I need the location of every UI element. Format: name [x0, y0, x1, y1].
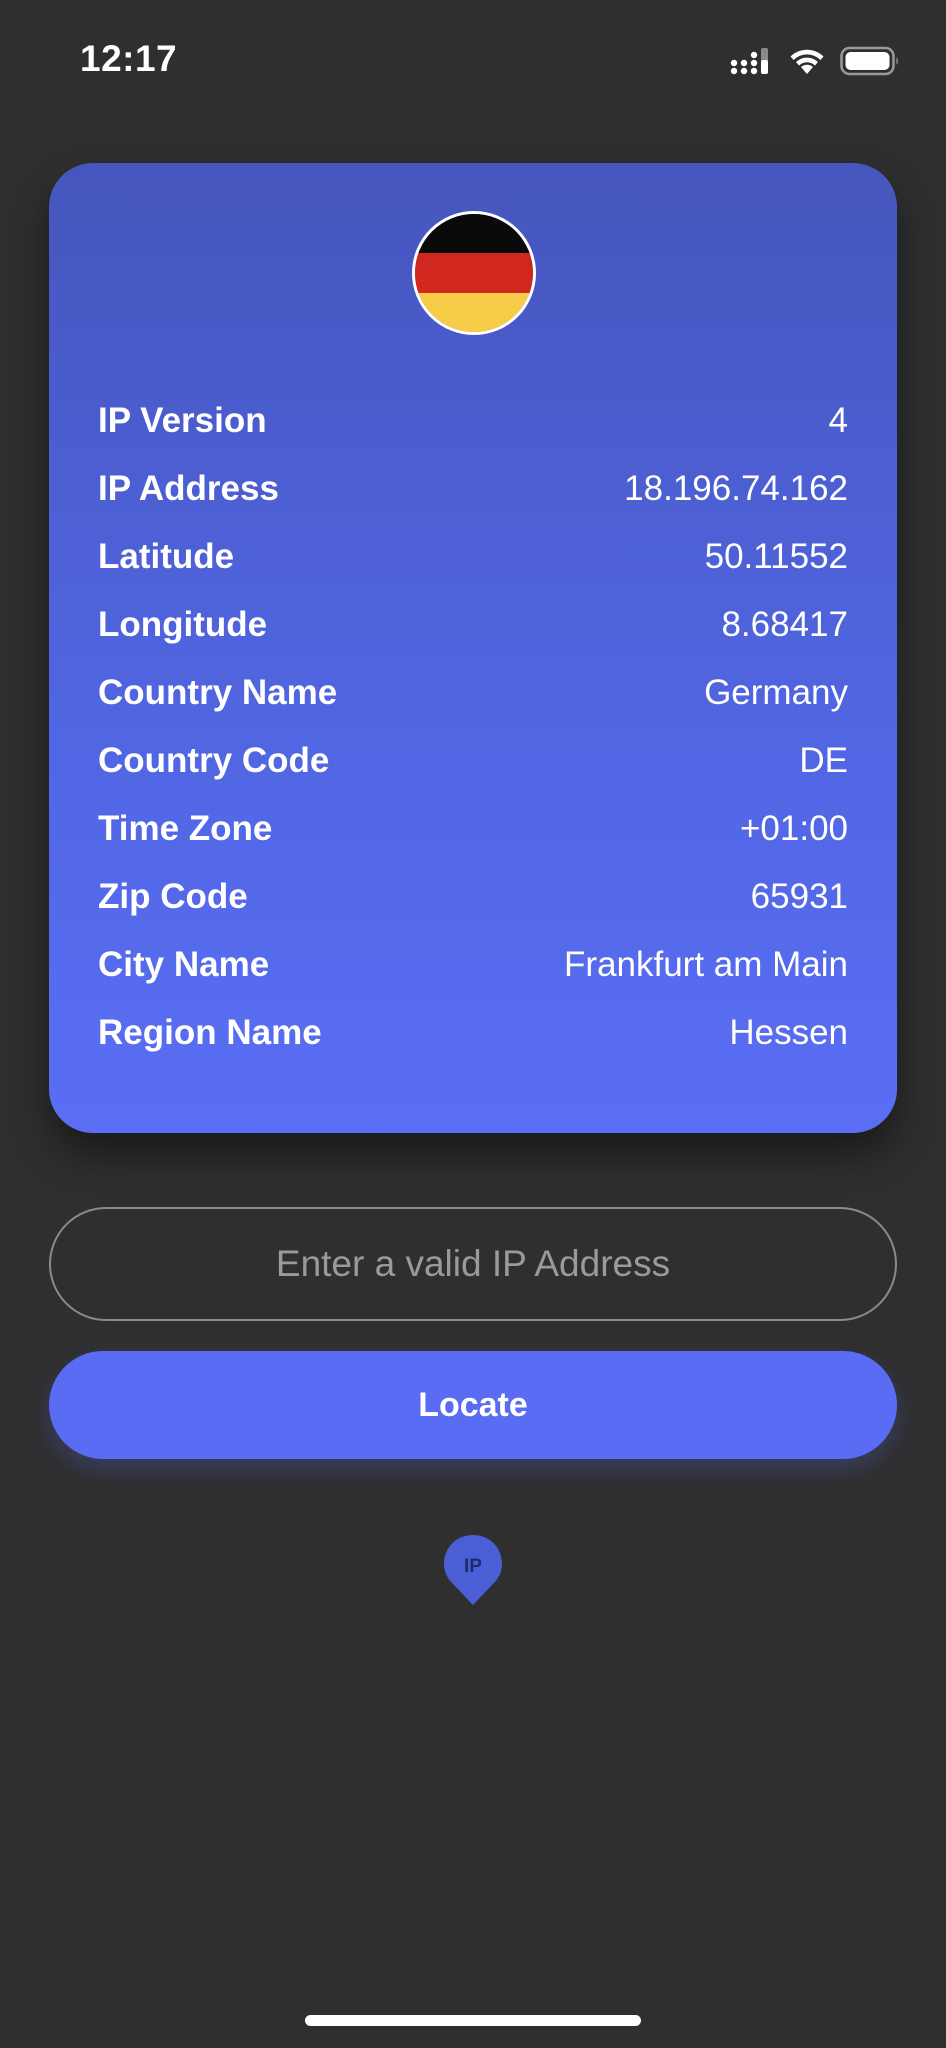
ip-version-label: IP Version — [98, 401, 267, 440]
row-country-name: Country Name Germany — [98, 659, 848, 727]
flag-stripe-black — [415, 214, 533, 254]
ip-info-card: IP Version 4 IP Address 18.196.74.162 La… — [49, 163, 897, 1133]
region-name-value: Hessen — [729, 1013, 848, 1052]
city-name-value: Frankfurt am Main — [564, 945, 848, 984]
locate-button[interactable]: Locate — [49, 1351, 897, 1459]
cellular-signal-icon — [730, 48, 768, 75]
location-pin-icon: IP — [444, 1535, 502, 1605]
row-zip-code: Zip Code 65931 — [98, 863, 848, 931]
battery-icon — [840, 46, 898, 76]
row-longitude: Longitude 8.68417 — [98, 591, 848, 659]
country-flag — [412, 211, 536, 335]
status-icons — [730, 44, 900, 78]
info-rows: IP Version 4 IP Address 18.196.74.162 La… — [98, 387, 848, 1067]
latitude-label: Latitude — [98, 537, 235, 576]
row-latitude: Latitude 50.11552 — [98, 523, 848, 591]
row-time-zone: Time Zone +01:00 — [98, 795, 848, 863]
time-zone-value: +01:00 — [739, 809, 848, 848]
zip-code-label: Zip Code — [98, 877, 248, 916]
longitude-label: Longitude — [98, 605, 268, 644]
row-region-name: Region Name Hessen — [98, 999, 848, 1067]
flag-stripe-gold — [415, 292, 533, 332]
zip-code-value: 65931 — [750, 877, 848, 916]
longitude-value: 8.68417 — [721, 605, 848, 644]
ip-address-value: 18.196.74.162 — [624, 469, 848, 508]
row-city-name: City Name Frankfurt am Main — [98, 931, 848, 999]
country-code-label: Country Code — [98, 741, 330, 780]
home-indicator[interactable] — [305, 2015, 641, 2026]
country-name-label: Country Name — [98, 673, 338, 712]
time-zone-label: Time Zone — [98, 809, 273, 848]
ip-address-label: IP Address — [98, 469, 279, 508]
ip-address-input[interactable] — [49, 1207, 897, 1321]
country-code-value: DE — [799, 741, 848, 780]
country-name-value: Germany — [704, 673, 848, 712]
logo-text: IP — [464, 1556, 482, 1577]
status-bar: 12:17 — [0, 0, 946, 120]
status-time: 12:17 — [80, 38, 178, 79]
row-ip-address: IP Address 18.196.74.162 — [98, 455, 848, 523]
app-screen: 12:17 IP Version 4 IP Address 18.196.74.… — [0, 0, 946, 2048]
region-name-label: Region Name — [98, 1013, 322, 1052]
city-name-label: City Name — [98, 945, 270, 984]
flag-stripe-red — [415, 253, 533, 293]
row-ip-version: IP Version 4 — [98, 387, 848, 455]
wifi-icon — [790, 49, 824, 74]
ip-version-value: 4 — [828, 401, 848, 440]
latitude-value: 50.11552 — [704, 537, 848, 576]
row-country-code: Country Code DE — [98, 727, 848, 795]
